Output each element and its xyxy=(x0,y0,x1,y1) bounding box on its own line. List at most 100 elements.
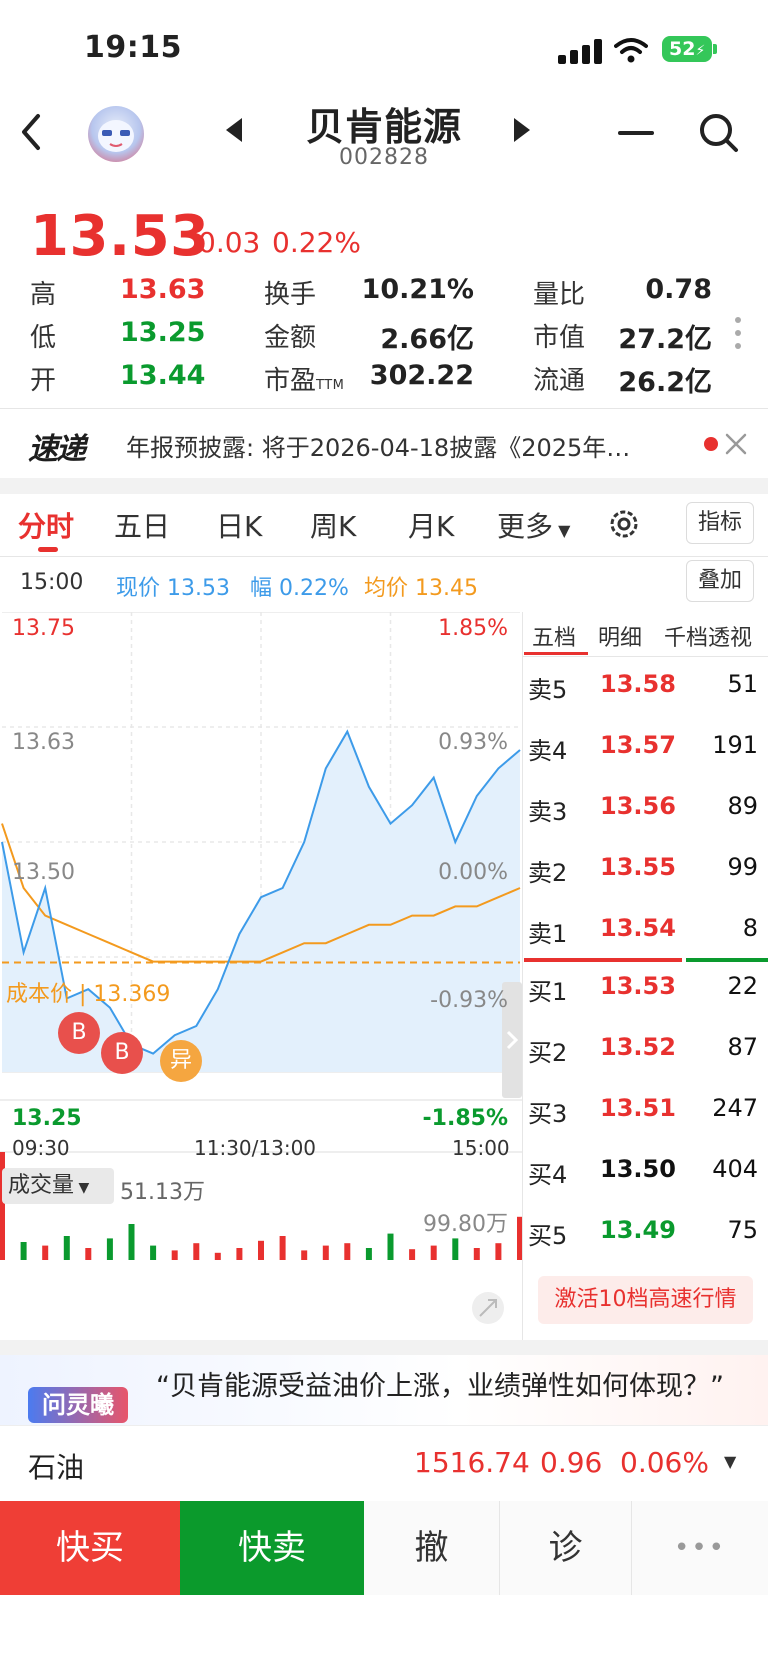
volume-bar xyxy=(171,1250,178,1260)
price-change-pct: 0.22% xyxy=(272,226,361,259)
order-volume: 8 xyxy=(742,914,758,942)
unread-dot xyxy=(704,437,718,451)
stock-name: 贝肯能源 xyxy=(305,105,462,149)
volume-selector-label: 成交量 xyxy=(8,1173,75,1198)
quick-sell-button[interactable]: 快卖 xyxy=(180,1501,364,1595)
info-current: 现价 13.53 xyxy=(116,576,230,601)
info-time: 15:00 xyxy=(20,570,84,595)
divider xyxy=(0,556,768,557)
order-book-row[interactable]: 买2 13.52 87 xyxy=(522,1023,768,1073)
tab-level5[interactable]: 五档 xyxy=(532,620,576,652)
turnover-value: 10.21% xyxy=(361,274,474,305)
volume-bar xyxy=(20,1242,27,1260)
volume-bar xyxy=(430,1245,437,1260)
tab-daily-k[interactable]: 日K xyxy=(216,505,262,545)
volume-selector[interactable]: 成交量 ▼ xyxy=(2,1168,114,1204)
high-value: 13.63 xyxy=(120,274,206,305)
order-book-row[interactable]: 卖4 13.57 191 xyxy=(522,721,768,771)
quick-buy-button[interactable]: 快买 xyxy=(0,1501,180,1595)
section-gap xyxy=(0,1340,768,1355)
order-volume: 247 xyxy=(712,1094,758,1122)
cancel-order-button[interactable]: 撤 xyxy=(364,1501,500,1595)
mkt-cap-value: 27.2亿 xyxy=(618,324,712,355)
minimize-icon[interactable] xyxy=(618,131,654,135)
volume-bar xyxy=(128,1224,135,1260)
float-cap-label: 流通 xyxy=(533,366,586,396)
more-stats-icon[interactable] xyxy=(734,316,742,350)
volume-bar xyxy=(214,1252,221,1260)
more-actions-button[interactable]: ••• xyxy=(632,1501,768,1595)
order-level-label: 买3 xyxy=(528,1100,568,1128)
order-book-row[interactable]: 买1 13.53 22 xyxy=(522,962,768,1012)
order-price: 13.49 xyxy=(600,1216,676,1244)
pe-ttm: TTM xyxy=(316,378,345,393)
mkt-cap-label: 市值 xyxy=(533,323,586,353)
order-level-label: 买4 xyxy=(528,1161,568,1189)
ai-question[interactable]: “贝肯能源受益油价上涨，业绩弹性如何体现？” xyxy=(156,1370,756,1426)
tab-intraday[interactable]: 分时 xyxy=(18,505,74,545)
y-axis-top: 13.75 xyxy=(12,616,75,641)
order-volume: 75 xyxy=(727,1216,758,1244)
order-book-row[interactable]: 买5 13.49 75 xyxy=(522,1206,768,1256)
buy-marker[interactable]: B xyxy=(58,1012,100,1054)
pe-value: 302.22 xyxy=(369,360,474,391)
order-book-row[interactable]: 卖1 13.54 8 xyxy=(522,904,768,954)
indicator-button[interactable]: 指标 xyxy=(686,502,754,544)
home-indicator-area xyxy=(0,1595,768,1663)
order-book-row[interactable]: 买4 13.50 404 xyxy=(522,1145,768,1195)
chevron-down-icon[interactable]: ▼ xyxy=(724,1452,736,1471)
volume-bar xyxy=(365,1248,372,1260)
battery-icon: 52⚡ xyxy=(662,36,712,62)
overlay-button[interactable]: 叠加 xyxy=(686,560,754,602)
tab-details[interactable]: 明细 xyxy=(598,620,642,652)
tab-weekly-k[interactable]: 周K xyxy=(310,505,356,545)
tab-more[interactable]: 更多 ▼ xyxy=(497,505,570,545)
volume-bar xyxy=(409,1249,416,1260)
pe-label-text: 市盈 xyxy=(264,366,317,396)
battery-tip xyxy=(713,44,717,54)
volume-bar xyxy=(322,1245,329,1260)
sector-name: 石油 xyxy=(28,1451,85,1484)
diagnose-button[interactable]: 诊 xyxy=(500,1501,632,1595)
buy-marker[interactable]: B xyxy=(101,1032,143,1074)
order-book-row[interactable]: 卖3 13.56 89 xyxy=(522,782,768,832)
next-stock-icon[interactable] xyxy=(510,116,534,144)
active-tab-underline xyxy=(38,547,58,552)
tab-depth[interactable]: 千档透视 xyxy=(664,620,752,652)
amount-value: 2.66亿 xyxy=(380,324,474,355)
order-level-label: 卖5 xyxy=(528,676,568,704)
order-volume: 191 xyxy=(712,731,758,759)
order-volume: 22 xyxy=(727,972,758,1000)
amount-label: 金额 xyxy=(264,323,317,353)
tab-more-label: 更多 xyxy=(497,510,554,543)
wifi-icon xyxy=(614,38,648,63)
tab-five-day[interactable]: 五日 xyxy=(114,505,170,545)
activate-level10-button[interactable]: 激活10档高速行情 xyxy=(538,1276,753,1324)
search-icon[interactable] xyxy=(698,112,740,154)
y-axis-bottom-pct: -1.85% xyxy=(422,1106,508,1131)
order-volume: 89 xyxy=(727,792,758,820)
y-axis-bottom: 13.25 xyxy=(12,1106,82,1131)
volume-bar xyxy=(42,1245,49,1260)
order-volume: 404 xyxy=(712,1155,758,1183)
settings-gear-icon[interactable] xyxy=(606,506,642,542)
order-level-label: 卖4 xyxy=(528,737,568,765)
volume-value: 51.13万 xyxy=(120,1180,205,1205)
volume-bar xyxy=(236,1248,243,1260)
volume-bar xyxy=(150,1245,157,1260)
order-book-row[interactable]: 卖2 13.55 99 xyxy=(522,843,768,893)
volume-bar xyxy=(473,1248,480,1260)
news-headline[interactable]: 年报预披露: 将于2026-04-18披露《2025年… xyxy=(126,428,630,463)
close-icon[interactable] xyxy=(724,432,748,456)
order-book-row[interactable]: 卖5 13.58 51 xyxy=(522,660,768,710)
volume-bar xyxy=(106,1238,113,1260)
price-change: 0.03 xyxy=(198,226,261,259)
anomaly-marker[interactable]: 异 xyxy=(160,1040,202,1082)
turnover-label: 换手 xyxy=(264,280,317,310)
low-label: 低 xyxy=(30,323,57,353)
status-time: 19:15 xyxy=(84,30,182,65)
news-logo: 速递 xyxy=(28,432,86,467)
tab-monthly-k[interactable]: 月K xyxy=(408,505,454,545)
volume-max: 99.80万 xyxy=(423,1212,508,1237)
order-book-row[interactable]: 买3 13.51 247 xyxy=(522,1084,768,1134)
